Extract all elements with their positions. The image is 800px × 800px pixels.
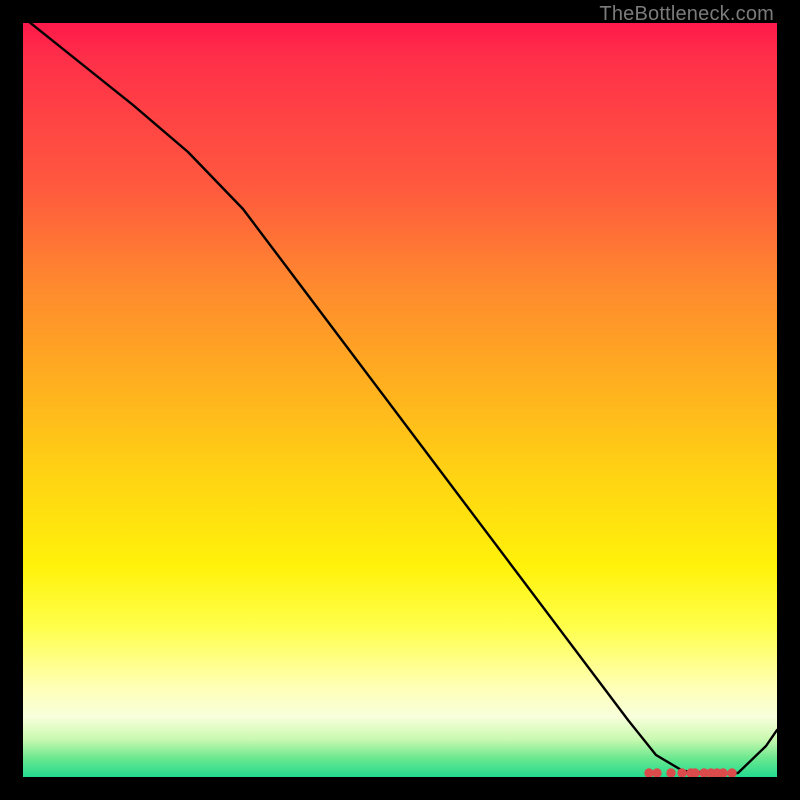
chart-marker (728, 769, 736, 777)
line-chart-svg (23, 23, 777, 777)
chart-marker (667, 769, 675, 777)
chart-line-group (23, 23, 777, 777)
chart-marker (653, 769, 661, 777)
chart-line (23, 23, 777, 773)
chart-marker (719, 769, 727, 777)
chart-frame: TheBottleneck.com (0, 0, 800, 800)
plot-area (23, 23, 777, 777)
chart-marker (678, 769, 686, 777)
chart-marker (645, 769, 653, 777)
chart-markers (645, 769, 736, 777)
watermark-text: TheBottleneck.com (599, 3, 774, 26)
chart-marker (691, 769, 699, 777)
